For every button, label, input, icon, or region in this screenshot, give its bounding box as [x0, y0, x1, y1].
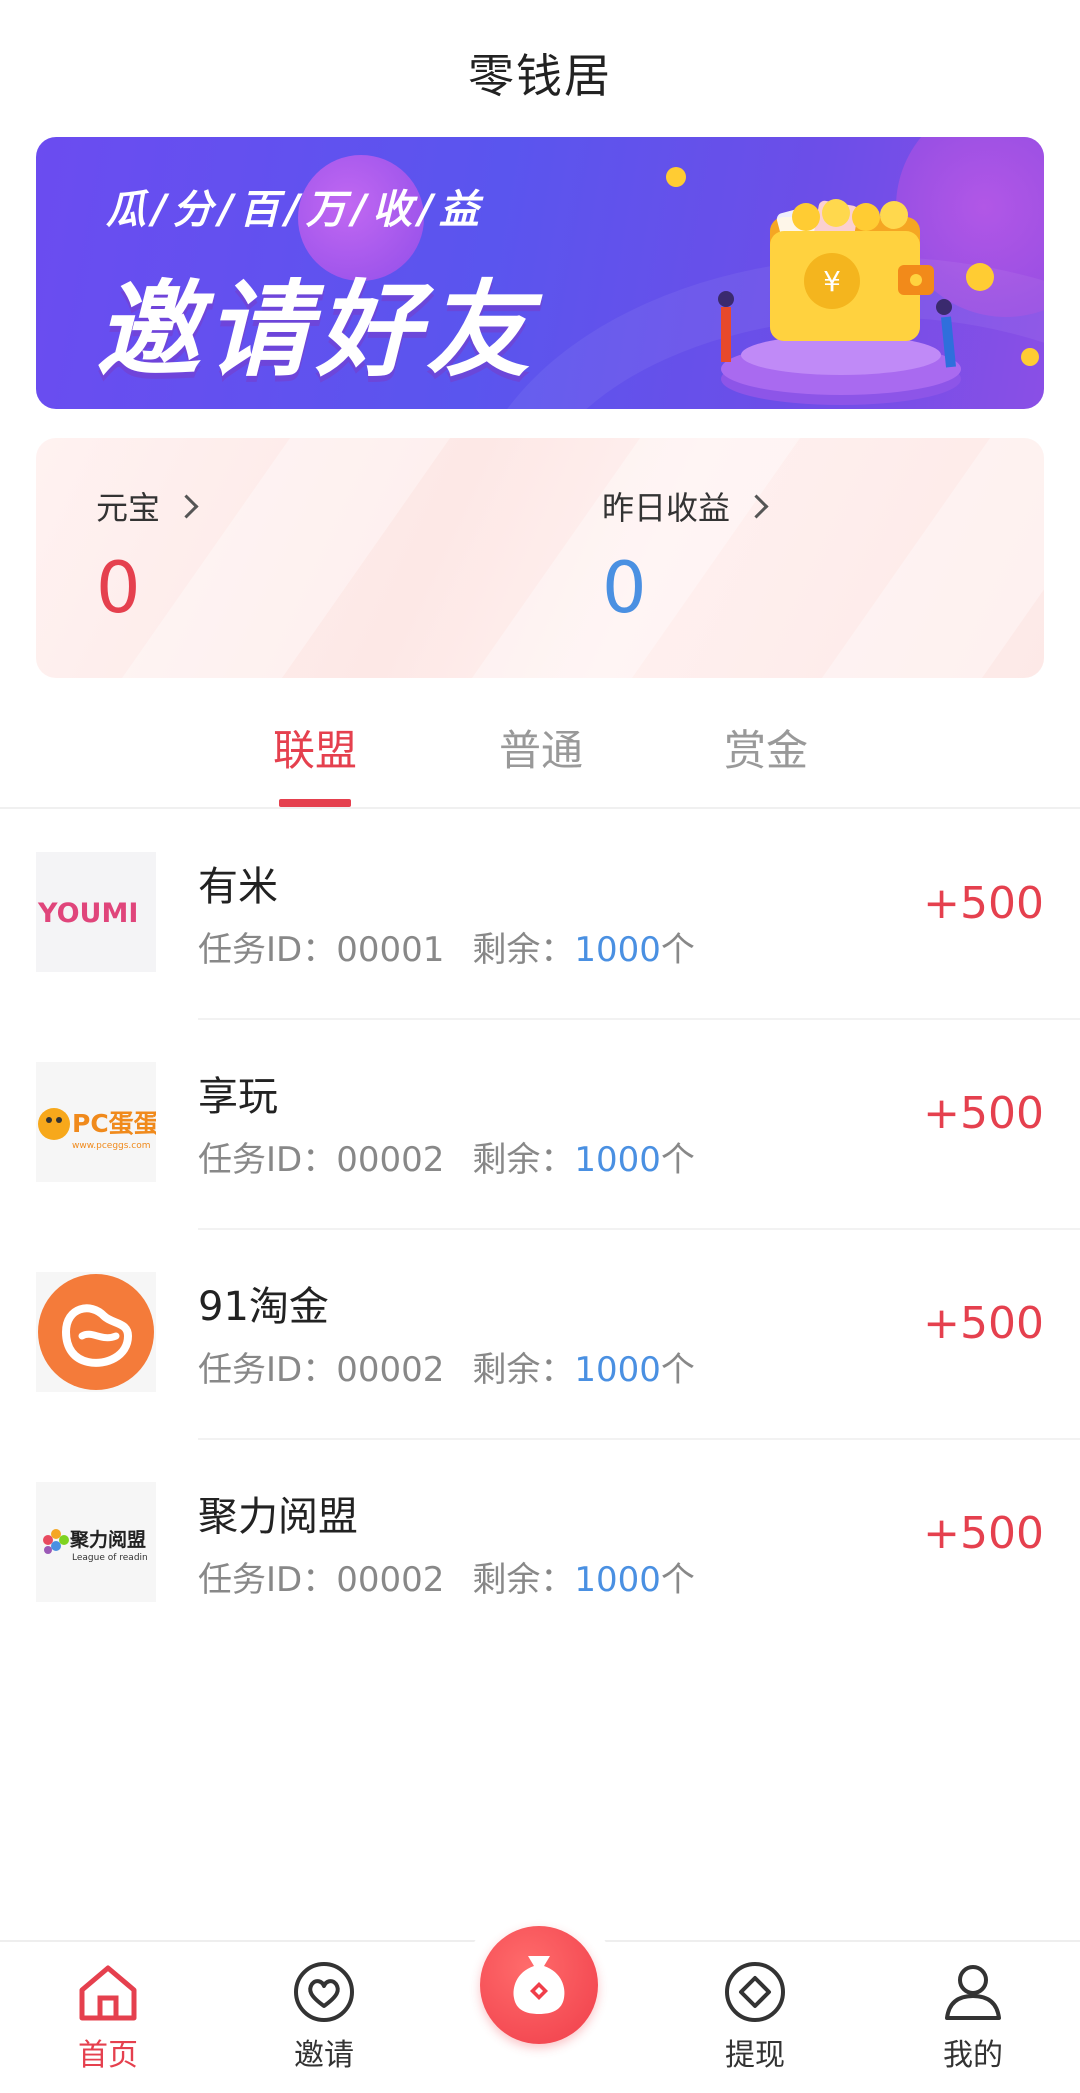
- task-id-label: 任务ID：: [198, 1560, 337, 1600]
- yesterday-earnings-value: 0: [602, 547, 647, 629]
- task-remain-label: 剩余：: [472, 1140, 575, 1180]
- task-id: 00001: [336, 930, 445, 970]
- task-name: 91淘金: [198, 1284, 329, 1330]
- task-remain: 1000: [574, 1350, 661, 1390]
- task-name: 聚力阅盟: [198, 1494, 358, 1540]
- task-row[interactable]: 聚力阅盟 League of readin 聚力阅盟 任务ID：00002 剩余：…: [0, 1440, 1080, 1650]
- task-id: 00002: [336, 1350, 445, 1390]
- diamond-icon: [725, 1962, 785, 2022]
- task-id: 00002: [336, 1560, 445, 1600]
- stats-stripe: [821, 438, 1080, 678]
- task-tabs: 联盟 普通 赏金: [0, 705, 1080, 810]
- task-logo: [36, 1272, 156, 1392]
- task-remain: 1000: [574, 1140, 661, 1180]
- task-id: 00002: [336, 1140, 445, 1180]
- task-meta: 任务ID：00002 剩余：1000个: [198, 1132, 695, 1181]
- pceggs-logo-text: PC蛋蛋: [72, 1109, 156, 1138]
- task-remain-label: 剩余：: [472, 930, 575, 970]
- taojin-logo-icon: [36, 1272, 156, 1392]
- money-bag-icon: [513, 1956, 565, 2014]
- divider: [0, 807, 1080, 809]
- nav-profile[interactable]: 我的: [903, 1960, 1043, 2074]
- task-remain-label: 剩余：: [472, 1560, 575, 1600]
- tab-alliance[interactable]: 联盟: [235, 717, 395, 778]
- task-unit: 个: [660, 1560, 695, 1600]
- youmi-logo-text: YOUMI: [37, 898, 138, 929]
- task-meta: 任务ID：00002 剩余：1000个: [198, 1552, 695, 1601]
- task-row[interactable]: YOUMI 有米 任务ID：00001 剩余：1000个 +500: [0, 810, 1080, 1020]
- task-unit: 个: [660, 930, 695, 970]
- task-name: 享玩: [198, 1074, 278, 1120]
- invite-banner[interactable]: 瓜/分/百/万/收/益 邀请好友 ¥: [36, 137, 1044, 409]
- task-remain-label: 剩余：: [472, 1350, 575, 1390]
- juli-logo-subtext: League of readin: [72, 1553, 148, 1563]
- yesterday-earnings-label: 昨日收益: [602, 489, 731, 527]
- stats-card: 元宝 0 昨日收益 0: [36, 438, 1080, 678]
- nav-home[interactable]: 首页: [38, 1960, 178, 2074]
- banner-subtitle: 瓜/分/百/万/收/益: [106, 187, 486, 233]
- tab-normal[interactable]: 普通: [461, 717, 621, 778]
- task-reward: +500: [923, 1298, 1044, 1349]
- chevron-right-icon: [174, 494, 199, 519]
- task-reward: +500: [923, 1508, 1044, 1559]
- nav-label: 首页: [78, 2038, 138, 2073]
- task-unit: 个: [660, 1350, 695, 1390]
- task-id-label: 任务ID：: [198, 1350, 337, 1390]
- juli-logo-text: 聚力阅盟: [69, 1528, 146, 1551]
- task-unit: 个: [660, 1140, 695, 1180]
- task-meta: 任务ID：00002 剩余：1000个: [198, 1342, 695, 1391]
- nav-label: 我的: [943, 2038, 1003, 2073]
- page-title: 零钱居: [468, 49, 612, 103]
- yesterday-earnings-stat[interactable]: 昨日收益 0: [602, 483, 769, 629]
- task-logo: 聚力阅盟 League of readin: [36, 1482, 156, 1602]
- yuanbao-label: 元宝: [96, 489, 161, 527]
- nav-withdraw[interactable]: 提现: [685, 1960, 825, 2074]
- yuanbao-stat[interactable]: 元宝 0: [96, 483, 199, 629]
- task-reward: +500: [923, 878, 1044, 929]
- task-meta: 任务ID：00001 剩余：1000个: [198, 922, 695, 971]
- svg-text:¥: ¥: [823, 265, 841, 298]
- yuanbao-value: 0: [96, 547, 141, 629]
- task-row[interactable]: PC蛋蛋 www.pceggs.com 享玩 任务ID：00002 剩余：1000…: [0, 1020, 1080, 1230]
- task-logo: PC蛋蛋 www.pceggs.com: [36, 1062, 156, 1182]
- nav-label: 邀请: [294, 2038, 354, 2073]
- task-reward: +500: [923, 1088, 1044, 1139]
- center-money-button[interactable]: [480, 1926, 598, 2044]
- pceggs-logo-subtext: www.pceggs.com: [72, 1141, 151, 1151]
- task-logo: YOUMI: [36, 852, 156, 972]
- active-tab-indicator: [279, 799, 351, 807]
- task-remain: 1000: [574, 930, 661, 970]
- banner-headline: 邀请好友: [96, 269, 537, 391]
- wallet-illustration: ¥: [666, 167, 1039, 405]
- task-row[interactable]: 91淘金 任务ID：00002 剩余：1000个 +500: [0, 1230, 1080, 1440]
- task-name: 有米: [198, 864, 278, 910]
- task-remain: 1000: [574, 1560, 661, 1600]
- nav-label: 提现: [725, 2038, 785, 2073]
- tab-bounty[interactable]: 赏金: [686, 717, 846, 778]
- nav-invite[interactable]: 邀请: [254, 1960, 394, 2074]
- task-id-label: 任务ID：: [198, 1140, 337, 1180]
- heart-icon: [294, 1962, 354, 2022]
- task-id-label: 任务ID：: [198, 930, 337, 970]
- chevron-right-icon: [744, 494, 769, 519]
- user-icon: [945, 1965, 1001, 2020]
- home-icon: [79, 1965, 137, 2021]
